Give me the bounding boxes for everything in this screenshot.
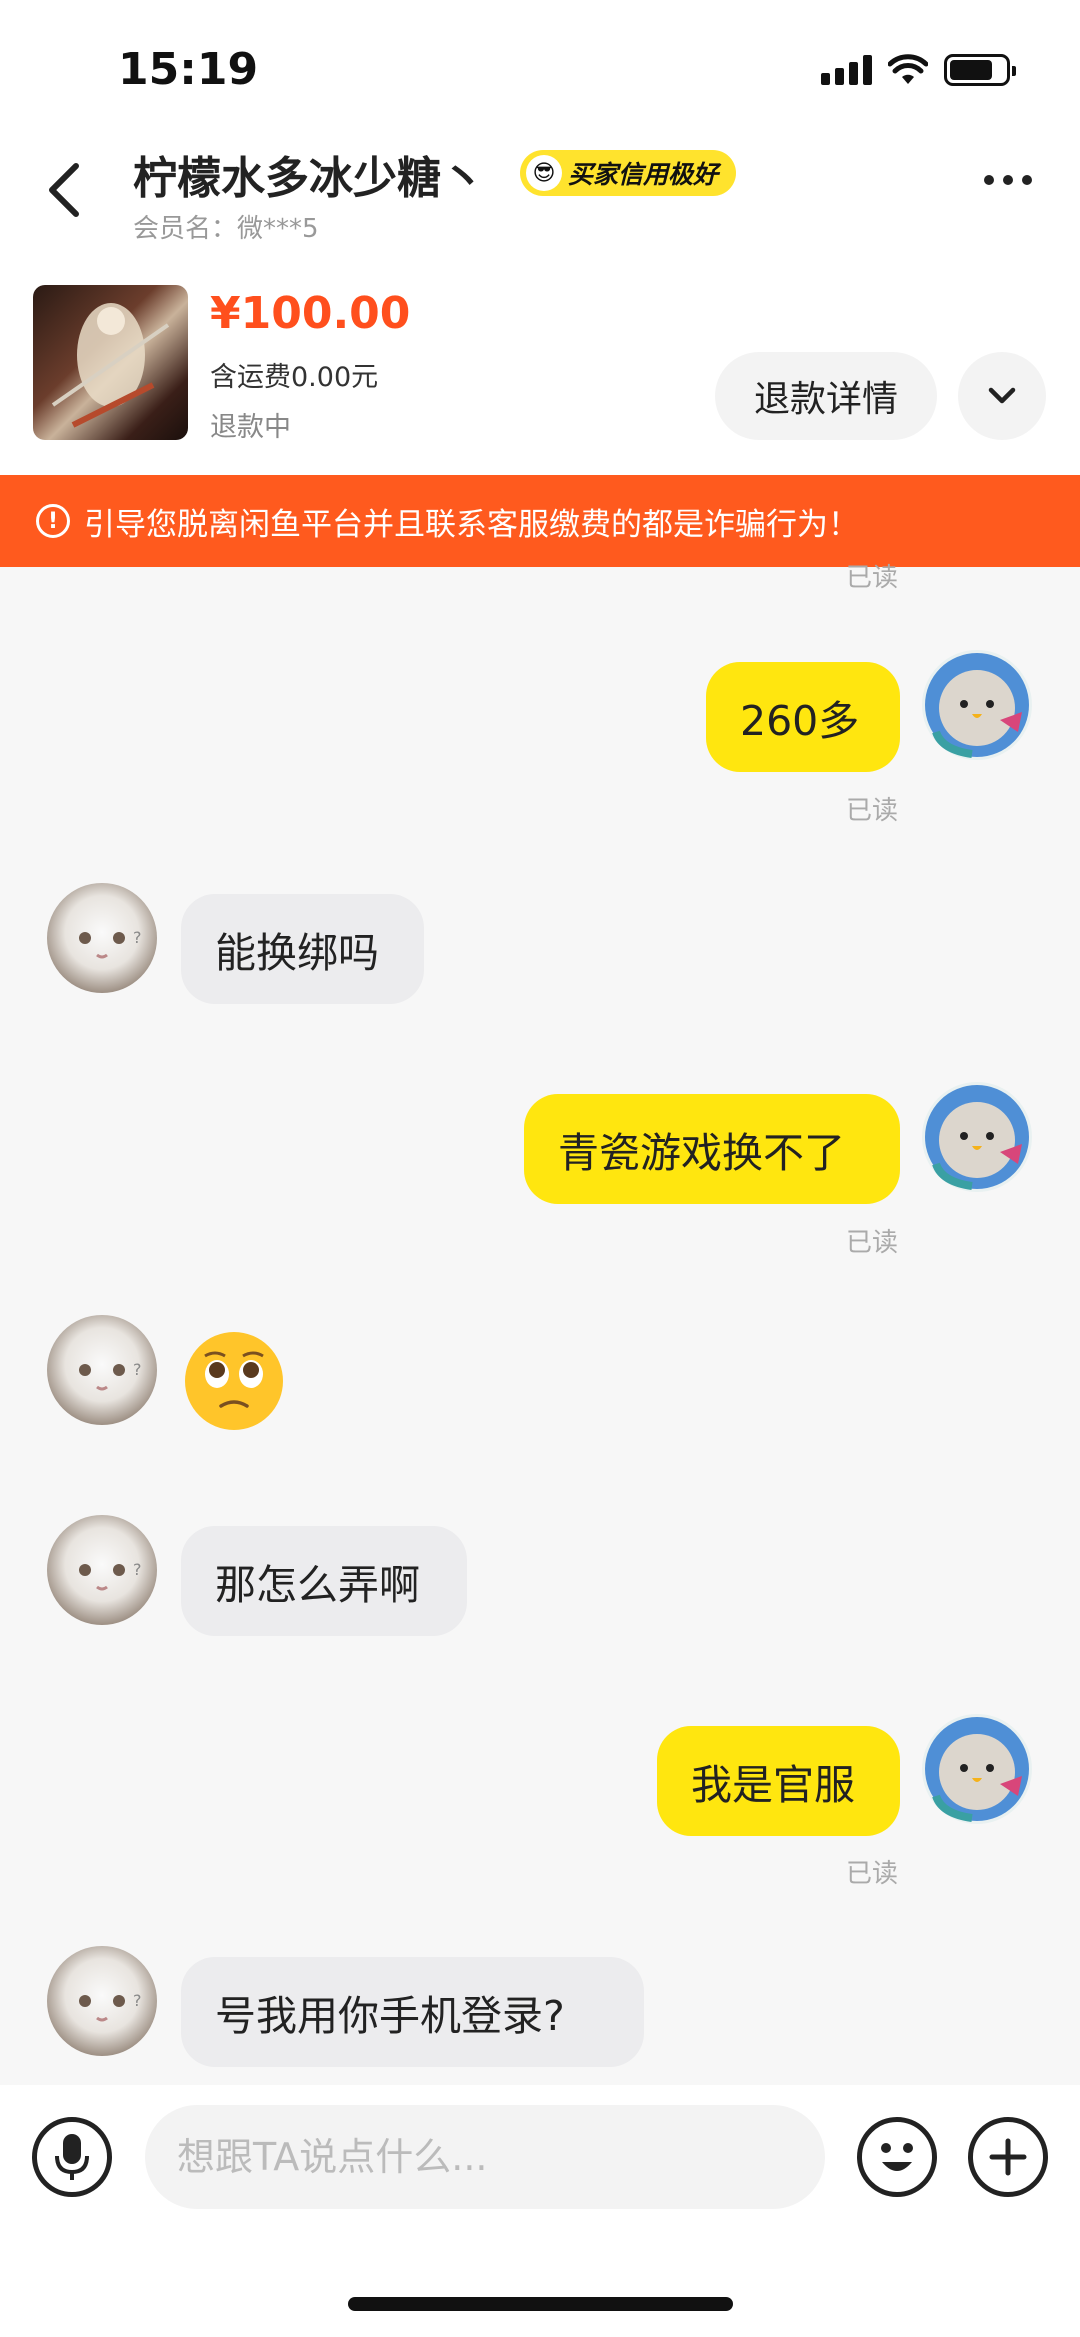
fraud-warning-banner: ! 引导您脱离闲鱼平台并且联系客服缴费的都是诈骗行为！: [0, 475, 1080, 567]
read-receipt: 已读: [846, 563, 899, 593]
member-name: 会员名：微***5: [133, 214, 319, 244]
back-arrow-icon[interactable]: [40, 160, 90, 220]
battery-icon: [944, 54, 1016, 86]
chevron-down-icon: [988, 387, 1016, 404]
more-options-icon[interactable]: [984, 175, 1032, 185]
exclamation-icon: !: [36, 504, 70, 538]
svg-text:?: ?: [133, 1360, 142, 1379]
read-receipt: 已读: [846, 1859, 899, 1889]
smiley-face-icon: [881, 2143, 913, 2171]
my-avatar[interactable]: [922, 1082, 1032, 1192]
emoji-button[interactable]: [857, 2117, 937, 2197]
contact-avatar[interactable]: ?: [47, 883, 157, 993]
plus-icon: [989, 2138, 1027, 2176]
contact-avatar[interactable]: ?: [47, 1946, 157, 2056]
credit-badge[interactable]: 😎 买家信用极好: [520, 150, 737, 196]
badge-face-icon: 😎: [526, 155, 562, 191]
message-bubble-sent[interactable]: 我是官服: [657, 1726, 900, 1836]
my-avatar[interactable]: [922, 650, 1032, 760]
product-thumbnail[interactable]: [33, 285, 188, 440]
shipping-fee: 含运费0.00元: [210, 362, 379, 393]
contact-avatar[interactable]: ?: [47, 1515, 157, 1625]
status-icons: [821, 54, 1016, 86]
voice-button[interactable]: [32, 2117, 112, 2197]
svg-text:?: ?: [133, 928, 142, 947]
message-bubble-received[interactable]: 那怎么弄啊: [181, 1526, 467, 1636]
message-input[interactable]: [145, 2105, 825, 2209]
wifi-icon: [888, 54, 928, 84]
svg-text:?: ?: [133, 1560, 142, 1579]
my-avatar[interactable]: [922, 1714, 1032, 1824]
warning-text: 引导您脱离闲鱼平台并且联系客服缴费的都是诈骗行为！: [84, 506, 859, 543]
message-bubble-sent[interactable]: 260多: [706, 662, 900, 772]
cellular-signal-icon: [821, 55, 872, 85]
message-bubble-received[interactable]: 能换绑吗: [181, 894, 424, 1004]
message-bubble-sent[interactable]: 青瓷游戏换不了: [524, 1094, 900, 1204]
product-price: ¥100.00: [210, 288, 411, 339]
chat-title[interactable]: 柠檬水多冰少糖丶: [133, 142, 485, 206]
contact-avatar[interactable]: ?: [47, 1315, 157, 1425]
read-receipt: 已读: [846, 1228, 899, 1258]
message-bubble-received[interactable]: 号我用你手机登录?: [181, 1957, 644, 2067]
add-attachment-button[interactable]: [968, 2117, 1048, 2197]
read-receipt: 已读: [846, 796, 899, 826]
svg-text:?: ?: [133, 1991, 142, 2010]
badge-label: 买家信用极好: [568, 160, 719, 189]
refund-details-button[interactable]: 退款详情: [715, 352, 937, 440]
microphone-icon: [55, 2134, 89, 2180]
order-status: 退款中: [210, 412, 291, 443]
home-indicator: [348, 2297, 733, 2311]
expand-button[interactable]: [958, 352, 1046, 440]
pleading-face-emoji-icon[interactable]: [183, 1330, 285, 1432]
status-time: 15:19: [118, 44, 259, 95]
